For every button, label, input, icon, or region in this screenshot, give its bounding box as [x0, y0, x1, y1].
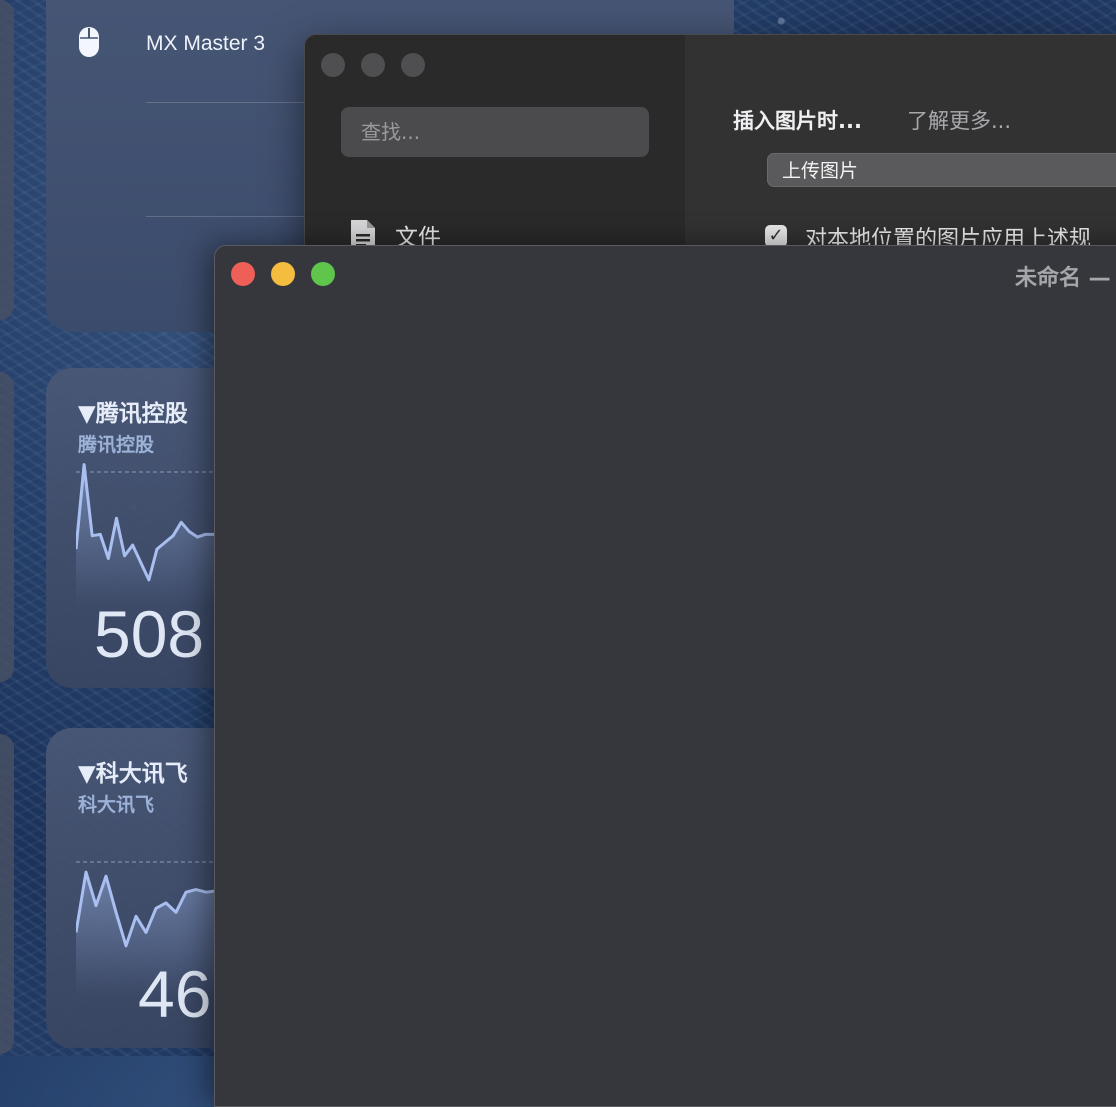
close-button[interactable] — [231, 262, 255, 286]
device-name: MX Master 3 — [146, 32, 266, 55]
offscreen-widget-edge — [0, 0, 14, 320]
stock-title: ▼腾讯控股 — [78, 401, 188, 427]
stock-title: ▼科大讯飞 — [78, 761, 188, 787]
minimize-button[interactable] — [361, 53, 385, 77]
insert-image-label: 插入图片时... — [733, 109, 862, 133]
stock-price: 508 — [94, 597, 205, 671]
offscreen-widget-edge — [0, 372, 14, 682]
local-image-checkbox[interactable]: ✓ — [765, 225, 787, 247]
window-title: 未命名 — — [1015, 266, 1111, 291]
close-button[interactable] — [321, 53, 345, 77]
offscreen-widget-edge — [0, 734, 14, 1054]
insert-image-action-select[interactable]: 上传图片 — [767, 153, 1116, 187]
stock-price: 46 — [138, 957, 212, 1031]
minimize-button[interactable] — [271, 262, 295, 286]
search-input[interactable]: 查找... — [341, 107, 649, 157]
zoom-button[interactable] — [401, 53, 425, 77]
mouse-icon — [79, 27, 99, 57]
learn-more-link[interactable]: 了解更多... — [907, 105, 1011, 135]
stock-subtitle: 科大讯飞 — [78, 794, 155, 816]
stock-subtitle: 腾讯控股 — [78, 434, 155, 456]
untitled-document-window[interactable]: 未命名 — — [214, 245, 1116, 1107]
zoom-button[interactable] — [311, 262, 335, 286]
